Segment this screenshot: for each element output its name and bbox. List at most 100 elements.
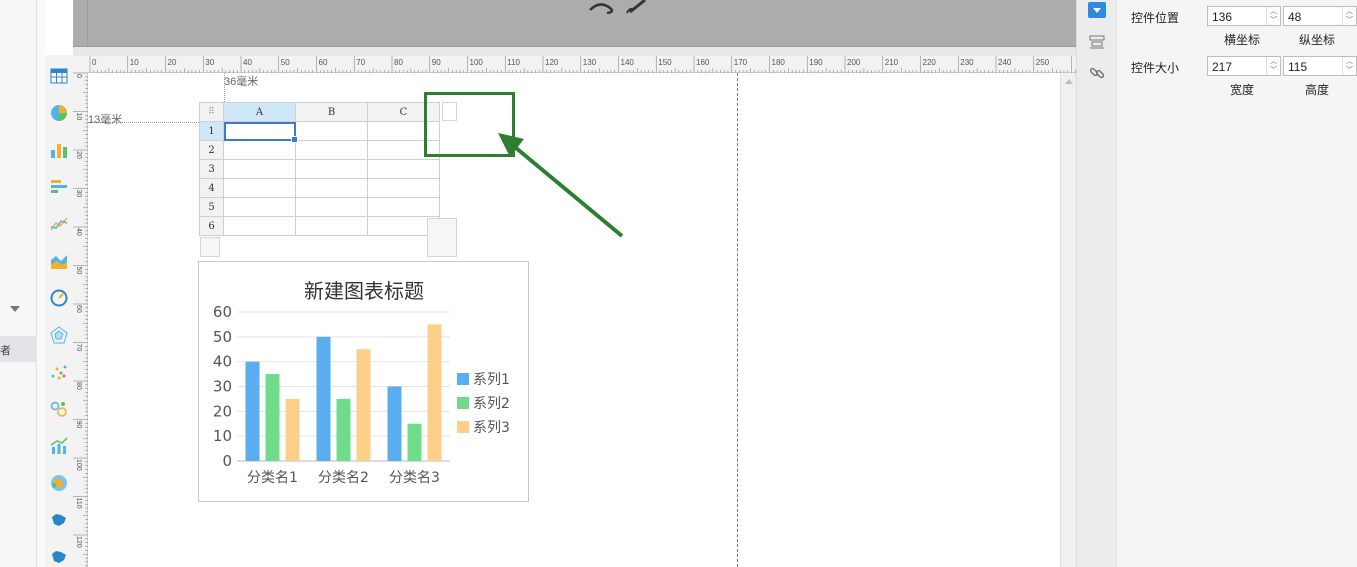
region-map-2-icon[interactable] [50, 548, 68, 566]
table-cell[interactable] [367, 178, 440, 198]
horizontal-ruler[interactable]: 0 10 20 30 40 50 60 70 80 90 100 110 120 130 140 150 160… [73, 56, 1076, 73]
scroll-up-arrow[interactable] [1065, 79, 1073, 84]
vertical-ruler[interactable]: 0 10 20 30 40 50 60 70 80 90 100 110 120 [73, 72, 88, 567]
ruler-label: 100 [75, 459, 82, 471]
scatter-chart-icon[interactable] [50, 363, 68, 381]
column-header[interactable]: A [223, 102, 296, 122]
table-cell[interactable] [295, 140, 368, 160]
bubble-chart-icon[interactable] [50, 400, 68, 418]
column-header[interactable]: B [295, 102, 368, 122]
select-all-corner[interactable]: ⠿ [199, 102, 224, 122]
ruler-label: 50 [281, 58, 290, 67]
pie-chart-icon[interactable] [50, 104, 68, 122]
table-cell[interactable] [223, 216, 296, 236]
table-cell[interactable] [223, 197, 296, 217]
decrement-icon[interactable]: ﹀ [1267, 16, 1280, 25]
table-cell[interactable] [295, 159, 368, 179]
table-cell[interactable] [295, 178, 368, 198]
table-cell[interactable] [223, 178, 296, 198]
width-value: 217 [1212, 60, 1233, 74]
layer-icon[interactable] [1088, 33, 1106, 51]
add-row-handle[interactable] [200, 237, 220, 257]
table-cell[interactable] [367, 197, 440, 217]
map-chart-icon[interactable] [50, 474, 68, 492]
decrement-icon[interactable]: ﹀ [1343, 16, 1356, 25]
table-icon[interactable] [50, 67, 68, 85]
left-panel-selected-item[interactable]: 者 [0, 336, 37, 362]
ruler-label: 100 [470, 58, 484, 67]
increment-icon[interactable]: ︿ [1267, 7, 1280, 16]
design-canvas[interactable]: 36毫米 13毫米 ⠿ A B C 1 2 3 4 5 6 新建图表标题 0 1… [88, 73, 1060, 567]
decrement-icon[interactable]: ﹀ [1267, 66, 1280, 75]
left-panel: ⋮ 者 [0, 0, 46, 567]
top-offset-label: 36毫米 [224, 76, 259, 88]
table-cell[interactable] [295, 197, 368, 217]
line-chart-icon[interactable] [50, 215, 68, 233]
row-header[interactable]: 3 [199, 159, 224, 179]
radar-chart-icon[interactable] [50, 326, 68, 344]
row-header[interactable]: 2 [199, 140, 224, 160]
bar-chart-icon[interactable] [50, 141, 68, 159]
decrement-icon[interactable]: ﹀ [1343, 66, 1356, 75]
y-position-stepper[interactable]: ︿ ﹀ [1342, 7, 1356, 25]
horizontal-bar-icon[interactable] [50, 178, 68, 196]
table-cell[interactable] [223, 140, 296, 160]
increment-icon[interactable]: ︿ [1343, 7, 1356, 16]
collapse-arrow-icon[interactable] [10, 306, 20, 312]
upper-ruler-strip [73, 0, 88, 47]
vertical-scrollbar[interactable] [1060, 73, 1076, 567]
row-header[interactable]: 6 [199, 216, 224, 236]
ruler-label: 180 [772, 58, 786, 67]
table-cell[interactable] [367, 159, 440, 179]
row-header[interactable]: 4 [199, 178, 224, 198]
chart-bar [407, 423, 422, 461]
combo-chart-icon[interactable] [50, 437, 68, 455]
x-caption: 横坐标 [1223, 33, 1260, 47]
ruler-label: 70 [356, 58, 365, 67]
spreadsheet-grid[interactable]: ⠿ A B C 1 2 3 4 5 6 [199, 102, 440, 236]
ruler-label: 130 [583, 58, 597, 67]
legend-label: 系列2 [473, 396, 510, 412]
ruler-label: 40 [243, 58, 252, 67]
increment-icon[interactable]: ︿ [1343, 57, 1356, 66]
sheet-corner-handle[interactable] [427, 218, 457, 257]
bar-chart: 新建图表标题 0 10 20 30 40 50 60 分类名1 分类名2 分类名3 系列1 系列2 系列3 [213, 279, 510, 486]
ruler-label: 0 [92, 58, 97, 67]
page-gap [73, 47, 1076, 56]
chart-type-toolbar [45, 55, 73, 567]
height-stepper[interactable]: ︿ ﹀ [1342, 57, 1356, 75]
chart-bar [265, 374, 280, 461]
row-header[interactable]: 5 [199, 197, 224, 217]
chart-widget[interactable]: 新建图表标题 0 10 20 30 40 50 60 分类名1 分类名2 分类名3 系列1 系列2 系列3 [198, 261, 529, 502]
row-header[interactable]: 1 [199, 121, 224, 141]
width-stepper[interactable]: ︿ ﹀ [1266, 57, 1280, 75]
report-designer-window: ⋮ 者 010203040506070809010011012013014015… [0, 0, 1357, 567]
area-chart-icon[interactable] [50, 252, 68, 270]
table-cell[interactable] [295, 216, 368, 236]
size-label: 控件大小 [1131, 61, 1180, 75]
increment-icon[interactable]: ︿ [1267, 57, 1280, 66]
y-position-input[interactable]: 48 ︿ ﹀ [1283, 6, 1357, 26]
table-cell[interactable] [223, 159, 296, 179]
ruler-label: 60 [75, 305, 82, 313]
properties-tab-button[interactable] [1088, 2, 1106, 18]
x-position-stepper[interactable]: ︿ ﹀ [1266, 7, 1280, 25]
gauge-icon[interactable] [50, 289, 68, 307]
spreadsheet-widget[interactable]: ⠿ A B C 1 2 3 4 5 6 [199, 102, 440, 236]
y-position-value: 48 [1288, 10, 1302, 24]
link-icon[interactable] [1088, 64, 1106, 82]
ruler-label: 0 [75, 74, 82, 78]
selected-cell[interactable] [223, 121, 299, 144]
x-tick-label: 分类名2 [318, 470, 369, 486]
chart-bar [285, 398, 300, 461]
upper-page-preview [73, 0, 1076, 47]
ruler-label: 250 [1036, 58, 1050, 67]
x-position-input[interactable]: 136 ︿ ﹀ [1207, 6, 1281, 26]
ruler-label: 20 [75, 151, 82, 159]
table-cell[interactable] [295, 121, 368, 141]
height-input[interactable]: 115 ︿ ﹀ [1283, 56, 1357, 76]
width-input[interactable]: 217 ︿ ﹀ [1207, 56, 1281, 76]
chart-title: 新建图表标题 [304, 279, 424, 303]
panel-gap [37, 0, 45, 567]
region-map-icon[interactable] [50, 511, 68, 529]
